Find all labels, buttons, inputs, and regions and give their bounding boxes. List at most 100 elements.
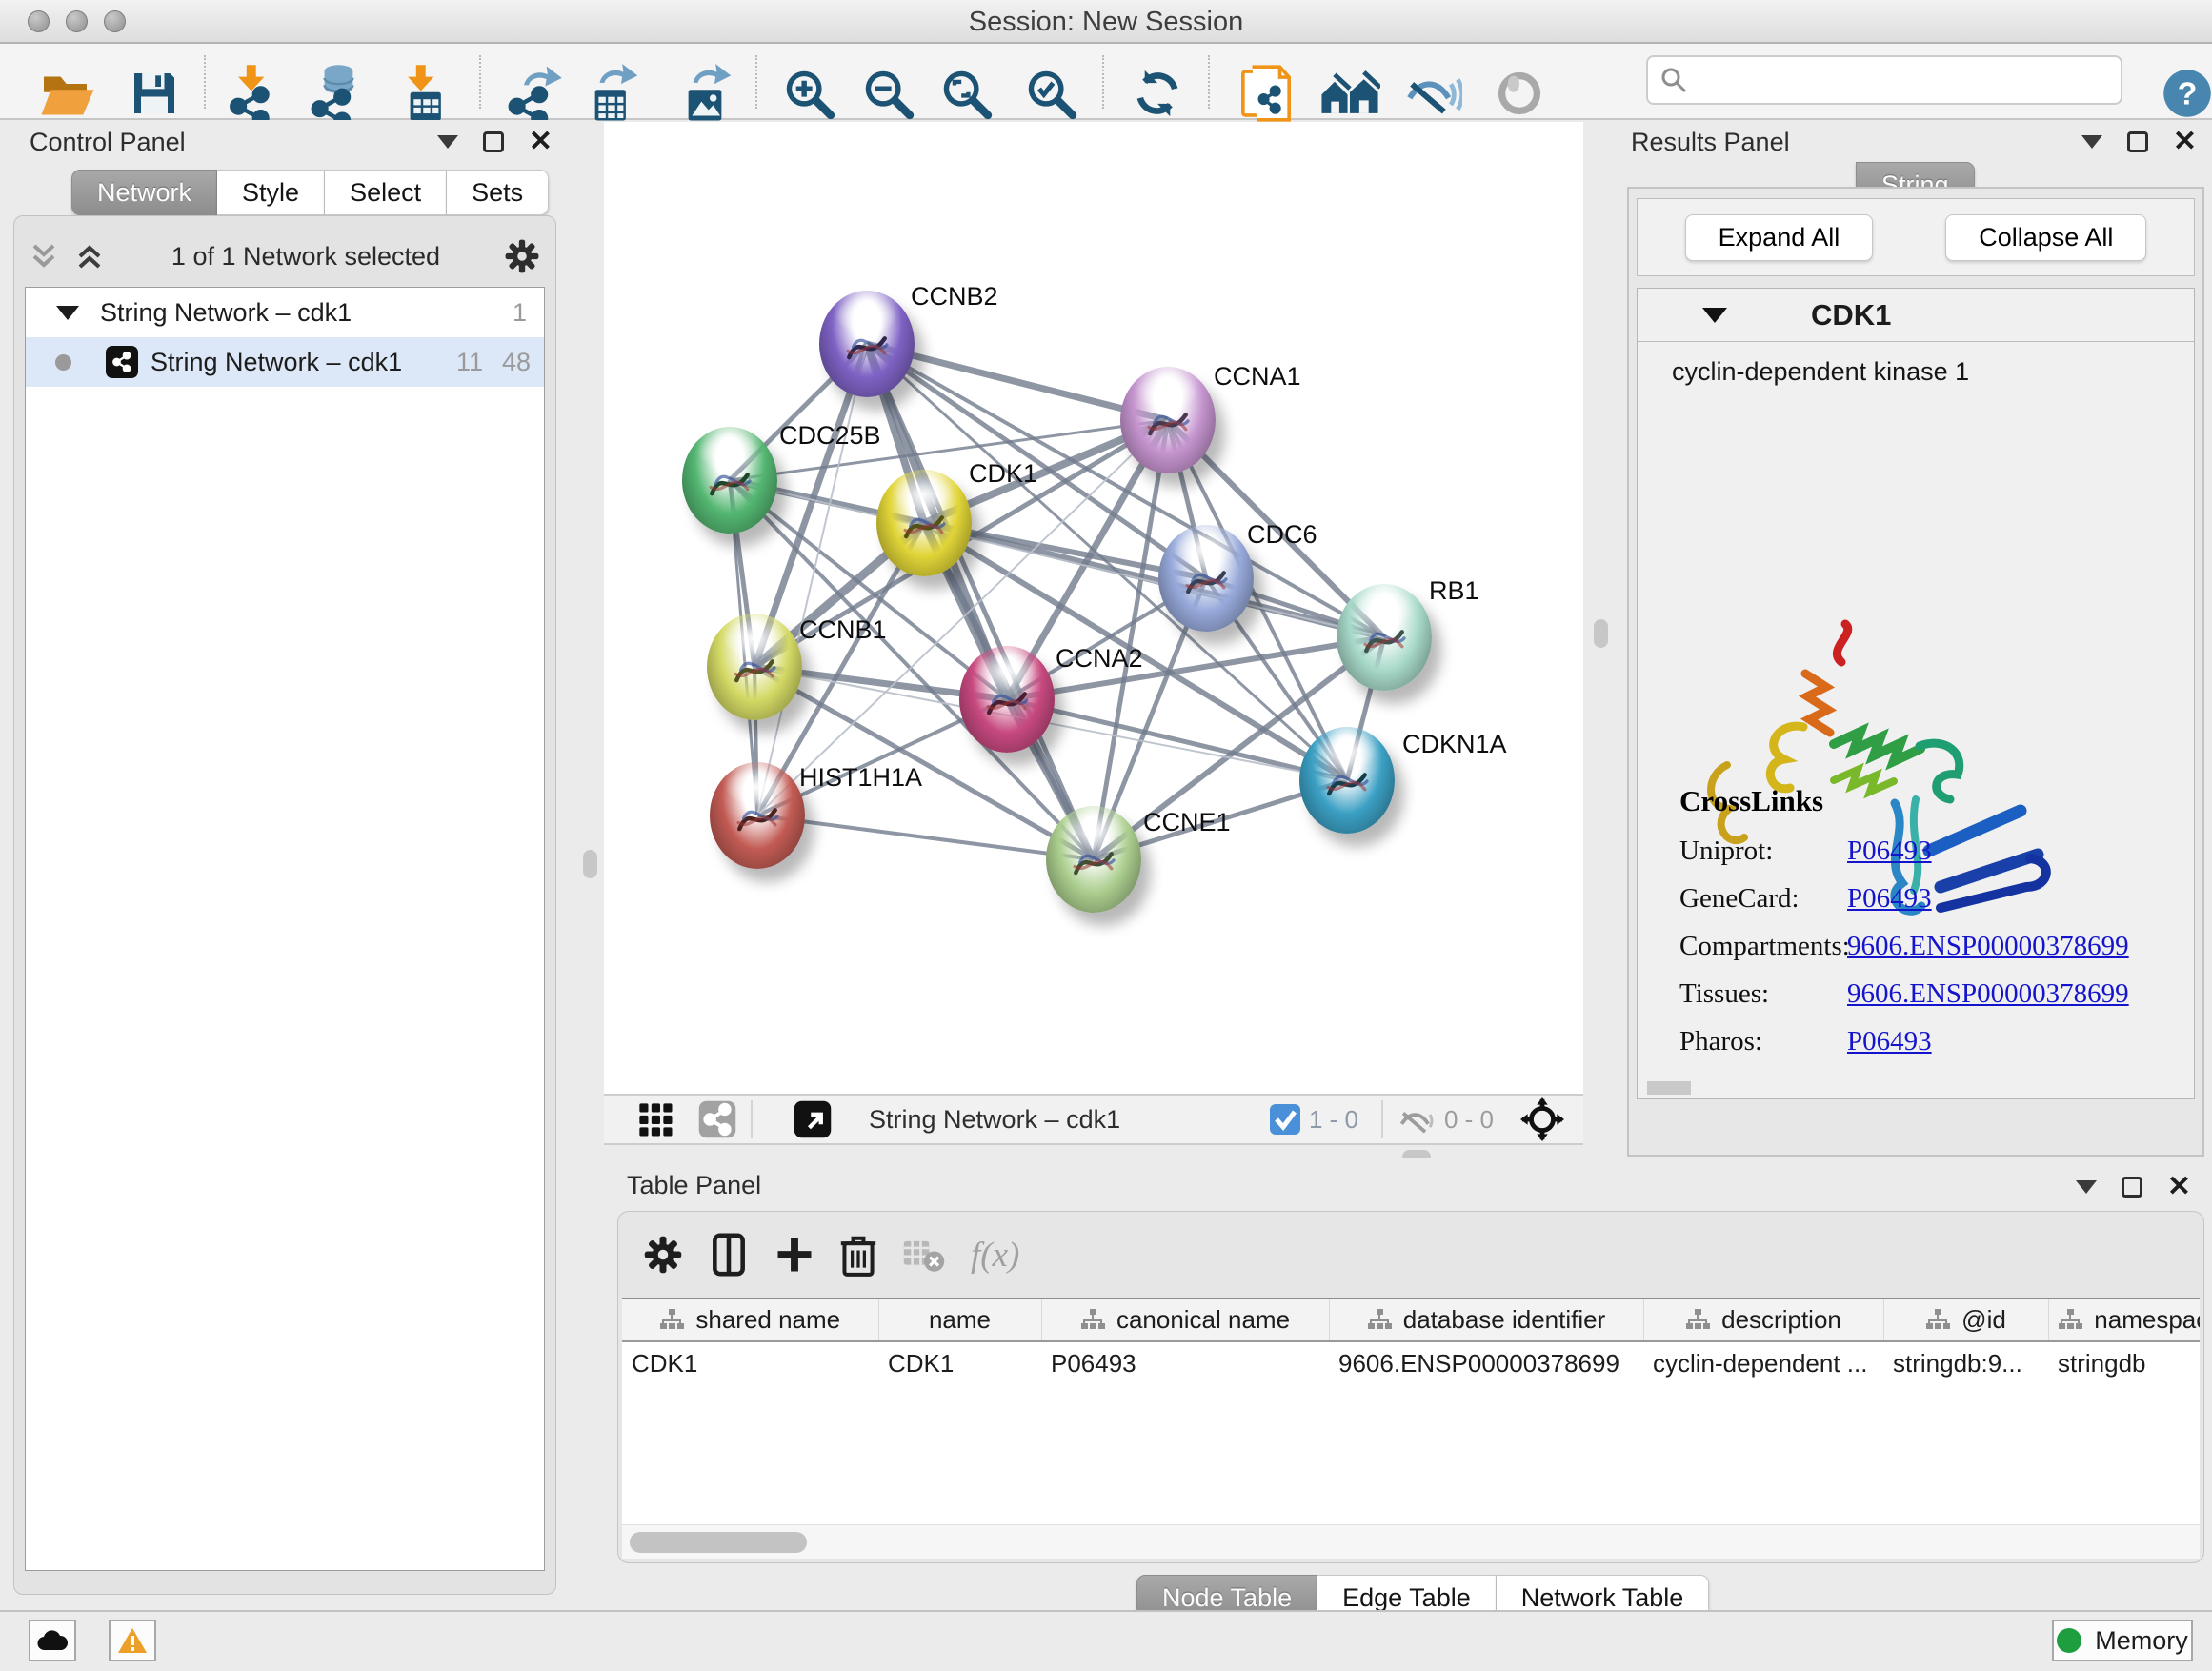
table-row[interactable]: CDK1CDK1P064939606.ENSP00000378699cyclin… xyxy=(622,1341,2200,1384)
import-table-file-button[interactable] xyxy=(390,61,454,126)
detach-view-icon[interactable] xyxy=(793,1099,833,1139)
network-edge[interactable] xyxy=(757,344,867,815)
search-input[interactable] xyxy=(1688,66,2121,95)
network-node-ccne1[interactable] xyxy=(1046,806,1141,913)
network-node-ccnb1[interactable] xyxy=(707,614,802,720)
import-network-file-button[interactable] xyxy=(220,61,285,126)
apply-layout-button[interactable] xyxy=(1125,61,1190,126)
crosslink-link[interactable]: P06493 xyxy=(1847,836,1932,867)
import-network-database-button[interactable] xyxy=(304,61,369,126)
selected-checkbox-icon[interactable] xyxy=(1269,1103,1301,1136)
panel-float-icon[interactable] xyxy=(483,131,504,152)
table-settings-gear-icon[interactable] xyxy=(643,1235,683,1275)
column-header[interactable]: namespace xyxy=(2048,1299,2200,1341)
panel-close-icon[interactable]: ✕ xyxy=(2173,131,2197,152)
column-header[interactable]: shared name xyxy=(622,1299,878,1341)
network-node-ccna2[interactable] xyxy=(959,646,1055,753)
crosslink-link[interactable]: 9606.ENSP00000378699 xyxy=(1847,978,2129,1010)
crosslink-link[interactable]: 9606.ENSP00000378699 xyxy=(1847,931,2129,962)
network-node-ccna1[interactable] xyxy=(1120,367,1216,473)
table-cell[interactable]: cyclin-dependent ... xyxy=(1643,1341,1883,1384)
zoom-out-button[interactable] xyxy=(855,61,920,126)
string-home-button[interactable] xyxy=(1317,61,1382,126)
tab-network[interactable]: Network xyxy=(71,170,217,215)
network-node-cdk1[interactable] xyxy=(876,470,972,576)
tree-expand-icon[interactable] xyxy=(56,306,79,320)
gear-icon[interactable] xyxy=(504,238,540,274)
network-from-clipboard-button[interactable] xyxy=(1234,61,1298,126)
zoom-in-button[interactable] xyxy=(776,61,841,126)
panel-minimize-icon[interactable] xyxy=(437,135,458,149)
splitter-handle[interactable] xyxy=(1594,619,1608,648)
cloud-status-button[interactable] xyxy=(29,1620,76,1661)
network-canvas[interactable]: CCNB2 CCNA1 CDC25B xyxy=(604,122,1583,1094)
column-header[interactable]: @id xyxy=(1883,1299,2048,1341)
network-node-hist1h1a[interactable] xyxy=(710,762,805,869)
export-network-button[interactable] xyxy=(501,61,566,126)
network-edge[interactable] xyxy=(757,815,1094,859)
crosslink-label: Uniprot: xyxy=(1679,836,1847,867)
panel-float-icon[interactable] xyxy=(2127,131,2148,152)
splitter-handle[interactable] xyxy=(583,850,597,878)
houses-icon xyxy=(1319,68,1380,119)
save-icon xyxy=(128,67,181,120)
fit-selected-crosshair-icon[interactable] xyxy=(1520,1097,1564,1141)
section-collapse-icon[interactable] xyxy=(1702,308,1727,323)
help-button[interactable]: ? xyxy=(2155,61,2212,126)
network-edge-count: 48 xyxy=(502,348,531,377)
toolbar-separator xyxy=(1381,1100,1383,1138)
create-column-plus-icon[interactable] xyxy=(774,1235,814,1275)
table-cell[interactable]: P06493 xyxy=(1041,1341,1329,1384)
panel-float-icon[interactable] xyxy=(2122,1177,2142,1198)
panel-minimize-icon[interactable] xyxy=(2081,135,2102,149)
tab-select[interactable]: Select xyxy=(325,170,447,215)
network-edge[interactable] xyxy=(1007,699,1347,780)
zoom-fit-button[interactable] xyxy=(934,61,998,126)
grid-mode-icon[interactable] xyxy=(636,1100,674,1138)
export-image-button[interactable] xyxy=(673,61,737,126)
crosslink-link[interactable]: P06493 xyxy=(1847,883,1932,915)
table-hscroll-thumb[interactable] xyxy=(630,1532,807,1553)
network-node-ccnb2[interactable] xyxy=(819,291,915,397)
expand-all-button[interactable]: Expand All xyxy=(1685,214,1874,261)
column-header[interactable]: name xyxy=(878,1299,1041,1341)
column-header[interactable]: database identifier xyxy=(1329,1299,1643,1341)
network-node-cdkn1a[interactable] xyxy=(1299,727,1395,834)
table-cell[interactable]: stringdb xyxy=(2048,1341,2200,1384)
crosslink-link[interactable]: P06493 xyxy=(1847,1026,1932,1057)
network-view-icon[interactable] xyxy=(697,1099,737,1139)
panel-minimize-icon[interactable] xyxy=(2076,1180,2097,1194)
network-collection-row[interactable]: String Network – cdk1 1 xyxy=(26,288,544,337)
show-hide-glass-button[interactable] xyxy=(1401,61,1466,126)
network-node-cdc25b[interactable] xyxy=(682,427,777,534)
cdk1-section-header[interactable]: CDK1 xyxy=(1638,289,2194,342)
show-columns-icon[interactable] xyxy=(708,1233,750,1277)
panel-close-icon[interactable]: ✕ xyxy=(529,131,553,152)
network-node-rb1[interactable] xyxy=(1337,584,1432,691)
tab-style[interactable]: Style xyxy=(217,170,325,215)
collapse-all-button[interactable]: Collapse All xyxy=(1945,214,2146,261)
open-session-button[interactable] xyxy=(35,61,100,126)
table-cell[interactable]: CDK1 xyxy=(878,1341,1041,1384)
collapse-all-icon[interactable] xyxy=(30,242,62,271)
panel-close-icon[interactable]: ✕ xyxy=(2167,1177,2191,1198)
zoom-selected-button[interactable] xyxy=(1018,61,1083,126)
export-network-icon xyxy=(505,64,562,123)
network-node-cdc6[interactable] xyxy=(1158,525,1254,632)
column-header[interactable]: canonical name xyxy=(1041,1299,1329,1341)
delete-column-trash-icon[interactable] xyxy=(839,1233,877,1277)
warnings-button[interactable] xyxy=(109,1620,156,1661)
save-session-button[interactable] xyxy=(122,61,187,126)
memory-button[interactable]: Memory xyxy=(2052,1620,2193,1661)
table-cell[interactable]: stringdb:9... xyxy=(1883,1341,2048,1384)
network-row[interactable]: String Network – cdk1 11 48 xyxy=(26,337,544,387)
table-panel-title: Table Panel xyxy=(627,1171,761,1200)
table-hscrollbar[interactable] xyxy=(622,1524,2200,1559)
crosslinks-hscroll-thumb[interactable] xyxy=(1647,1081,1691,1095)
export-table-button[interactable] xyxy=(579,61,644,126)
column-header[interactable]: description xyxy=(1643,1299,1883,1341)
table-cell[interactable]: CDK1 xyxy=(622,1341,878,1384)
table-cell[interactable]: 9606.ENSP00000378699 xyxy=(1329,1341,1643,1384)
tab-sets[interactable]: Sets xyxy=(447,170,549,215)
expand-all-icon[interactable] xyxy=(75,242,108,271)
